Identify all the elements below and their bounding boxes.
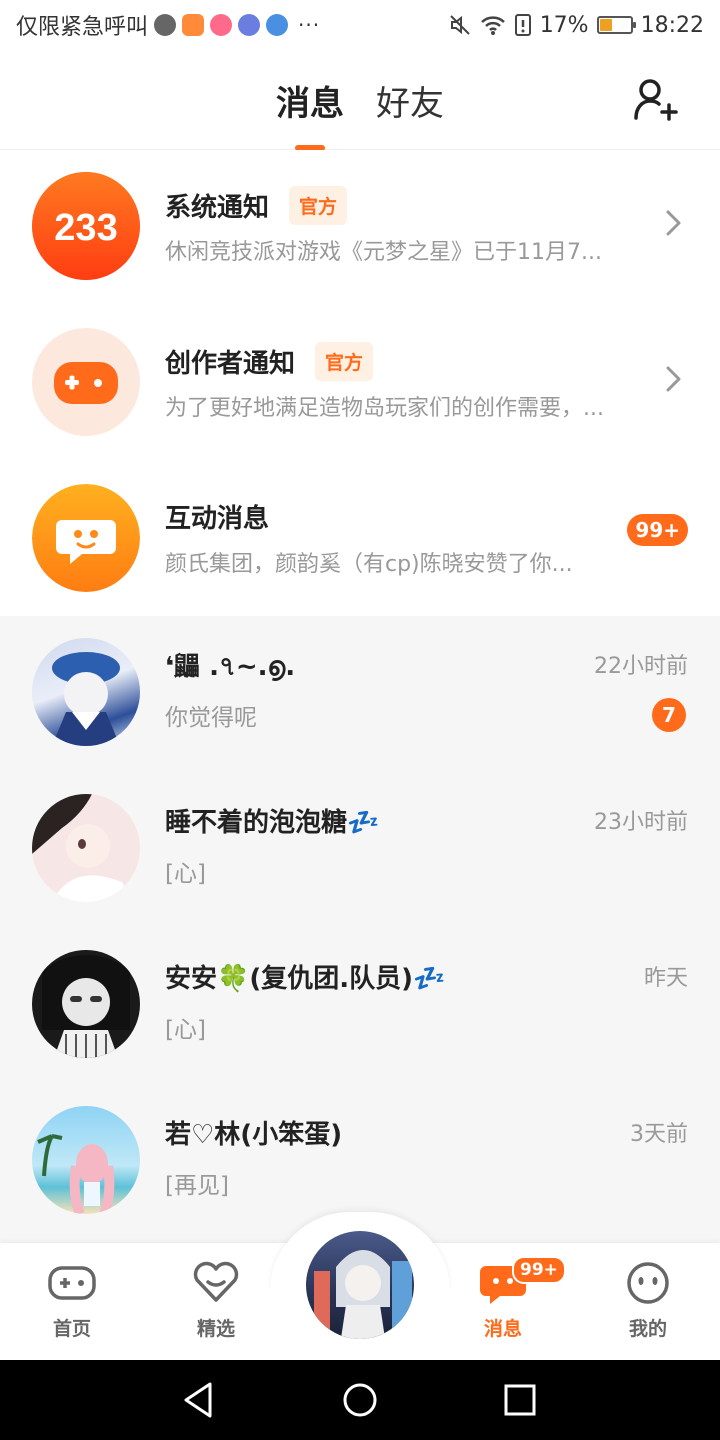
chat-row[interactable]: 安安🍀(复仇团.队员)💤 [心] 昨天 [0,928,720,1084]
chat-row[interactable]: 睡不着的泡泡糖💤 [心] 23小时前 [0,772,720,928]
browser-app-icon [266,14,289,36]
creator-notice-row[interactable]: 创作者通知 官方 为了更好地满足造物岛玩家们的创作需要，... [0,306,720,462]
chat-last-message: [再见] [165,1173,229,1199]
tab-friends[interactable]: 好友 [376,76,444,125]
interaction-notice-avatar [32,484,140,592]
battery-percent: 17% [539,12,589,38]
chat-time: 22小时前 [594,654,688,679]
profile-notification-icon [154,14,177,36]
chevron-right-icon [666,210,681,236]
system-nav-bar [0,1360,720,1440]
sim-alert-icon [514,14,531,36]
unread-badge: 7 [652,698,686,732]
notice-desc: 休闲竞技派对游戏《元梦之星》已于11月7... [165,240,602,265]
face-icon [627,1262,669,1304]
notice-title: 创作者通知 [165,349,296,379]
clock: 18:22 [640,12,704,38]
nav-featured-label: 精选 [196,1318,235,1340]
notice-desc: 为了更好地满足造物岛玩家们的创作需要，... [165,396,604,421]
chat-last-message: 你觉得呢 [165,705,257,731]
avatar [32,638,140,746]
nav-featured[interactable]: 精选 [166,1260,266,1341]
video-app-icon [182,14,205,36]
logo-233-text: 233 [54,207,117,249]
header: 消息 好友 [0,50,720,151]
nav-home-label: 首页 [52,1318,91,1340]
notice-title: 互动消息 [165,504,270,534]
home-icon[interactable] [340,1380,380,1420]
chat-time: 3天前 [630,1122,688,1147]
recents-icon[interactable] [500,1380,540,1420]
avatar [32,950,140,1058]
system-notice-row[interactable]: 233 系统通知 官方 休闲竞技派对游戏《元梦之星》已于11月7... [0,150,720,306]
chat-name: ❛鼺 .৭~.൭. [165,652,296,682]
chat-time: 昨天 [643,966,688,991]
game-app-icon [210,14,233,36]
official-badge: 官方 [315,342,374,381]
nav-messages-label: 消息 [483,1318,522,1340]
unread-count-badge: 99+ [627,514,688,546]
more-notifications-icon: ··· [298,13,321,37]
chevron-right-icon [666,366,681,392]
battery-icon [596,16,636,34]
creator-notice-avatar [32,328,140,436]
nav-center-avatar-button[interactable] [303,1228,417,1342]
add-person-icon[interactable] [632,76,680,124]
chat-row[interactable]: ❛鼺 .৭~.൭. 你觉得呢 22小时前 7 [0,616,720,772]
chat-name: 睡不着的泡泡糖💤 [165,808,380,838]
wifi-icon [480,16,505,35]
avatar [32,794,140,902]
music-app-icon [238,14,261,36]
carrier-text: 仅限紧急呼叫 [16,15,149,40]
interaction-notice-row[interactable]: 互动消息 颜氏集团，颜韵奚（有cp)陈晓安赞了你... 99+ [0,462,720,618]
nav-me-label: 我的 [628,1318,667,1340]
system-notice-avatar: 233 [32,172,140,280]
chat-name: 安安🍀(复仇团.队员)💤 [165,964,446,994]
chat-time: 23小时前 [594,810,688,835]
notice-title: 系统通知 [165,193,270,223]
gamepad-icon [54,362,118,404]
chat-list: ❛鼺 .৭~.൭. 你觉得呢 22小时前 7 睡不着的泡泡糖💤 [心] 23小时… [0,616,720,1256]
chat-last-message: [心] [165,1017,206,1043]
nav-home[interactable]: 首页 [22,1260,122,1341]
nav-messages-badge: 99+ [512,1256,566,1284]
gamepad-icon [48,1266,96,1300]
nav-me[interactable]: 我的 [598,1260,698,1341]
tab-bar: 消息 好友 [0,76,720,151]
mute-icon [449,15,470,35]
heart-icon [193,1261,239,1302]
tab-messages[interactable]: 消息 [276,76,344,151]
back-icon[interactable] [180,1380,220,1420]
notice-desc: 颜氏集团，颜韵奚（有cp)陈晓安赞了你... [165,552,573,577]
official-badge: 官方 [289,186,348,225]
chat-last-message: [心] [165,861,206,887]
status-bar: 仅限紧急呼叫 ··· 17% 18:22 [0,0,720,50]
smile-chat-icon [32,484,140,592]
avatar [32,1106,140,1214]
chat-name: 若♡林(小笨蛋) [165,1120,343,1150]
